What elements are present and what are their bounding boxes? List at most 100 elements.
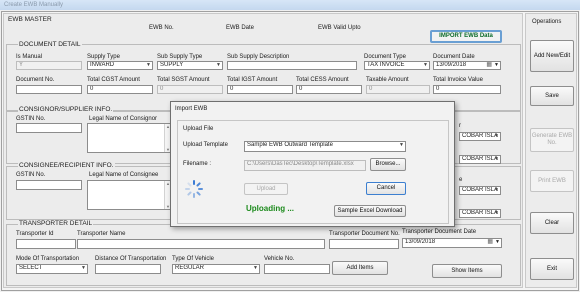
sample-excel-download-button[interactable]: Sample Excel Download <box>334 205 406 217</box>
ewb-date-label: EWB Date <box>226 25 255 31</box>
vehicle-no-field[interactable] <box>264 264 330 274</box>
save-button[interactable]: Save <box>530 86 574 106</box>
import-ewb-dialog: Import EWB Upload File Upload Template S… <box>170 101 455 227</box>
consignor-state-select-2[interactable]: COBAR ISLA ▼ <box>459 155 501 164</box>
sub-supply-type-value: SUPPLY <box>160 62 184 68</box>
upload-button[interactable]: Upload <box>244 183 288 195</box>
document-type-select[interactable]: TAX INVOICE ▼ <box>364 61 430 70</box>
uploading-status: Uploading ... <box>246 204 294 213</box>
show-items-button[interactable]: Show Items <box>432 264 502 278</box>
consignor-state-select[interactable]: COBAR ISLA ▼ <box>459 132 501 141</box>
cgst-field[interactable]: 0 <box>87 85 153 94</box>
document-no-field[interactable] <box>16 85 82 94</box>
document-date-value: 13/09/2018 <box>436 62 467 68</box>
consignor-legal-name-label: Legal Name of Consignor <box>89 116 158 122</box>
is-manual-field: Y <box>16 61 82 70</box>
transporter-doc-no-field[interactable] <box>329 239 399 249</box>
print-ewb-button[interactable]: Print EWB <box>530 170 574 192</box>
add-new-edit-button[interactable]: Add New/Edit <box>530 40 574 72</box>
ewb-master-heading: EWB MASTER <box>8 16 52 23</box>
sub-supply-desc-field[interactable] <box>227 61 357 70</box>
transport-mode-label: Mode Of Transportation <box>16 256 80 262</box>
transporter-doc-date-label: Transporter Document Date <box>402 229 477 235</box>
vehicle-type-label: Type Of Vehicle <box>172 256 215 262</box>
exit-button[interactable]: Exit <box>530 258 574 280</box>
consignee-legal-name-label: Legal Name of Consignee <box>89 172 159 178</box>
transporter-id-field[interactable] <box>16 239 76 249</box>
sgst-label: Total SGST Amount <box>157 77 210 83</box>
consignee-state-label: e <box>459 177 463 183</box>
upload-template-value: Sample EWB Outward Template <box>247 142 333 148</box>
vehicle-no-label: Vehicle No. <box>264 256 295 262</box>
cess-field[interactable]: 0 <box>296 85 362 94</box>
invoice-value-field[interactable]: 0 <box>433 85 501 94</box>
consignor-state-value: COBAR ISLA <box>462 133 499 139</box>
consignee-gstin-field[interactable] <box>16 180 82 190</box>
transporter-doc-date-value: 13/09/2018 <box>405 239 436 245</box>
transporter-heading: TRANSPORTER DETAIL <box>18 220 94 228</box>
import-ewb-data-button[interactable]: IMPORT EWB Data <box>430 30 502 43</box>
transporter-id-label: Transporter Id <box>16 231 54 237</box>
transport-mode-value: SELECT <box>19 265 43 271</box>
loading-spinner-icon <box>185 180 203 198</box>
sub-supply-type-label: Sub Supply Type <box>157 54 203 60</box>
ewb-no-label: EWB No. <box>149 25 174 31</box>
cancel-button[interactable]: Cancel <box>366 182 406 195</box>
window-title-bar: Create EWB Manually <box>0 0 580 10</box>
upload-file-group: Upload File Upload Template Sample EWB O… <box>177 120 449 224</box>
sgst-field: 0 <box>157 85 223 94</box>
upload-file-label: Upload File <box>183 126 214 132</box>
chevron-down-icon: ▼ <box>494 210 499 216</box>
is-manual-label: Is Manual <box>16 54 43 60</box>
consignee-state-select-2[interactable]: COBAR ISLA ▼ <box>459 209 501 218</box>
document-detail-heading: DOCUMENT DETAIL <box>18 41 82 49</box>
consignor-state-label: r <box>459 123 461 129</box>
taxable-field: 0 <box>366 85 430 94</box>
generate-ewb-button[interactable]: Generate EWB No. <box>530 128 574 152</box>
chevron-down-icon: ▼ <box>253 265 258 271</box>
sub-supply-type-select[interactable]: SUPPLY ▼ <box>157 61 223 70</box>
clear-button[interactable]: Clear <box>530 212 574 234</box>
igst-field[interactable]: 0 <box>227 85 293 94</box>
supply-type-select[interactable]: INWARD ▼ <box>87 61 153 70</box>
transport-distance-field[interactable] <box>95 264 161 274</box>
upload-template-label: Upload Template <box>183 142 228 148</box>
transporter-name-field[interactable] <box>77 239 325 249</box>
calendar-icon[interactable]: ▦ <box>487 239 493 246</box>
chevron-down-icon: ▼ <box>494 187 499 193</box>
consignee-heading: CONSIGNEE/RECIPIENT INFO. <box>18 162 115 170</box>
supply-type-label: Supply Type <box>87 54 120 60</box>
chevron-down-icon: ▼ <box>494 133 499 139</box>
document-date-label: Document Date <box>433 54 475 60</box>
consignor-legal-name-field[interactable] <box>87 123 171 153</box>
consignor-gstin-label: GSTIN No. <box>16 116 46 122</box>
igst-label: Total IGST Amount <box>227 77 278 83</box>
cgst-label: Total CGST Amount <box>87 77 140 83</box>
consignor-heading: CONSIGNOR/SUPPLIER INFO. <box>18 106 114 114</box>
consignee-legal-name-field[interactable] <box>87 180 171 210</box>
document-type-value: TAX INVOICE <box>367 62 405 68</box>
chevron-down-icon: ▼ <box>495 239 500 245</box>
consignee-state-value: COBAR ISLA <box>462 187 499 193</box>
sub-supply-desc-label: Sub Supply Description <box>227 54 290 60</box>
upload-template-select[interactable]: Sample EWB Outward Template ▼ <box>244 141 406 152</box>
consignee-state-select[interactable]: COBAR ISLA ▼ <box>459 186 501 195</box>
operations-heading: Operations <box>532 19 562 25</box>
consignor-gstin-field[interactable] <box>16 123 82 133</box>
transport-mode-select[interactable]: SELECT ▼ <box>16 264 88 274</box>
transporter-name-label: Transporter Name <box>77 231 126 237</box>
document-type-label: Document Type <box>364 54 406 60</box>
supply-type-value: INWARD <box>90 62 115 68</box>
vehicle-type-select[interactable]: REGULAR ▼ <box>172 264 260 274</box>
document-date-picker[interactable]: 13/09/2018 ▦ ▼ <box>433 61 501 70</box>
browse-button[interactable]: Browse... <box>370 158 406 171</box>
dialog-title: Import EWB <box>175 106 208 112</box>
transporter-doc-date-picker[interactable]: 13/09/2018 ▦ ▼ <box>402 238 502 248</box>
transporter-doc-no-label: Transporter Document No. <box>329 231 400 237</box>
add-items-button[interactable]: Add Items <box>332 261 388 275</box>
calendar-icon[interactable]: ▦ <box>486 62 492 69</box>
chevron-down-icon: ▼ <box>494 156 499 162</box>
chevron-down-icon: ▼ <box>146 62 151 68</box>
transport-distance-label: Distance Of Transportation <box>95 256 167 262</box>
ewb-valid-label: EWB Valid Upto <box>318 25 361 31</box>
